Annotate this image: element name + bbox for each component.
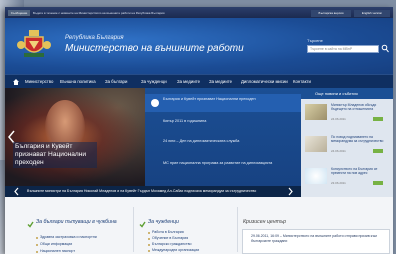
search-label: Търсене [307,38,323,43]
site-header: Република България Министерство на външн… [5,18,393,74]
news-tag [373,117,383,121]
section-title-foreigners[interactable]: За чужденци [148,219,179,225]
news-item[interactable]: Консулството на България се премести на … [303,165,391,189]
bullet [36,237,38,239]
link-item[interactable]: Здравна застраховка и паспортни [40,235,97,239]
bullet [36,244,38,246]
slide-item-text: МС прие национална програма за развитие … [163,161,273,165]
nav-item-bulgarians[interactable]: За българи [105,75,127,89]
nav-item-media[interactable]: За медиите [177,75,200,89]
news-tag [373,181,383,185]
news-item[interactable]: Министър Младенов обсъди бъдещето на отн… [303,101,391,125]
ministry-website: Съобщение Бъдете в течение с новините на… [5,7,393,254]
check-icon [139,221,146,228]
top-bar: Съобщение Бъдете в течение с новините на… [5,7,393,18]
slider-footer-text[interactable]: Външните министри на България Николай Мл… [27,186,279,197]
news-item-date: 24.06.2011 [331,149,346,153]
slide-list: България и Кувейт признават Национални п… [145,88,301,186]
ministry-title[interactable]: Министерство на външните работи [65,43,244,54]
search-icon[interactable] [381,44,389,53]
section-title-bulgarians[interactable]: За българи пътуващи в чужбина [36,219,117,225]
bullet [148,250,150,252]
news-sidebar: Още новини и събития Министър Младенов о… [301,88,393,197]
section-divider [133,207,134,252]
news-item-date: 23.06.2011 [331,181,346,185]
news-header: Още новини и събития [301,88,393,99]
language-button-bg[interactable]: Българска версия [311,10,351,17]
featured-slider: България и Кувейт признават Национални п… [5,88,301,197]
section-divider [237,207,238,252]
language-button-en[interactable]: English version [354,10,390,17]
notice-label: Съобщение [8,10,30,16]
slide-item-text: 24 юни – Ден на дипломатическата служба [163,139,240,143]
featured-photo[interactable]: България и Кувейт признават Национални п… [5,88,145,186]
section-title-bulgarians-text: За българи пътуващи в чужбина [36,219,117,225]
notice-text[interactable]: Бъдете в течение с новините на Министерс… [33,10,283,16]
link-item[interactable]: Общи информации [40,242,72,246]
search-input[interactable]: Търсене в сайта на МВнР [307,45,379,53]
main-navigation: Министерство Външна политика За българи … [5,74,393,89]
nav-item-ministry[interactable]: Министерство [25,75,53,89]
news-thumbnail[interactable] [305,136,327,152]
news-thumbnail[interactable] [305,104,327,120]
ministry-subtitle: Република България [65,35,124,41]
bullet [148,232,150,234]
news-header-label: Още новини и събития [315,91,358,96]
section-title-crisis-center[interactable]: Кризисен център [243,219,286,225]
slide-item[interactable]: България и Кувейт признават Национални п… [145,94,301,112]
link-item[interactable]: Работа в България [152,230,184,234]
featured-caption: България и Кувейт признават Национални п… [13,142,97,168]
slider-footer: Външните министри на България Николай Мл… [5,186,301,197]
slide-item-text: Кипър 2011 в годишнина [163,119,207,123]
crisis-center-text[interactable]: 29.06.2011, 16:09 – Министерството на въ… [251,234,381,243]
news-thumbnail[interactable] [305,168,327,184]
news-tag [373,149,383,153]
nav-item-diplomatic-missions[interactable]: Дипломатически мисии [241,75,288,89]
chevron-left-icon[interactable] [13,186,21,197]
coat-of-arms-icon[interactable] [17,27,51,61]
nav-item-contacts[interactable]: Контакти [293,75,311,89]
link-item[interactable]: Международни организации [152,248,199,252]
news-item[interactable]: По повод подписването на меморандума за … [303,133,391,157]
bullet [36,251,38,253]
check-icon [27,221,34,228]
news-item-title[interactable]: По повод подписването на меморандума за … [331,135,389,148]
news-item-title[interactable]: Министър Младенов обсъди бъдещето на отн… [331,103,389,116]
slide-item[interactable]: Кипър 2011 в годишнина [145,116,301,134]
home-icon[interactable] [13,79,19,85]
link-item[interactable]: Обучение в България [152,236,188,240]
bullet [148,244,150,246]
link-item[interactable]: Българско гражданство [152,242,191,246]
news-item-title[interactable]: Консулството на България се премести на … [331,167,389,180]
chevron-right-icon[interactable] [286,186,294,197]
slide-item-text: България и Кувейт признават Национални п… [163,97,256,101]
crisis-center-box: 29.06.2011, 16:09 – Министерството на въ… [242,229,390,254]
nav-item-media-2[interactable]: За медиите [209,75,232,89]
nav-item-foreign-policy[interactable]: Външна политика [60,75,96,89]
link-item[interactable]: Национален паспорт [40,249,75,253]
bullet [148,238,150,240]
news-item-date: 24.06.2011 [331,117,346,121]
play-icon [151,99,159,107]
slide-item[interactable]: МС прие национална програма за развитие … [145,158,301,176]
nav-item-foreigners[interactable]: За чужденци [141,75,167,89]
slide-item[interactable]: 24 юни – Ден на дипломатическата служба [145,136,301,154]
